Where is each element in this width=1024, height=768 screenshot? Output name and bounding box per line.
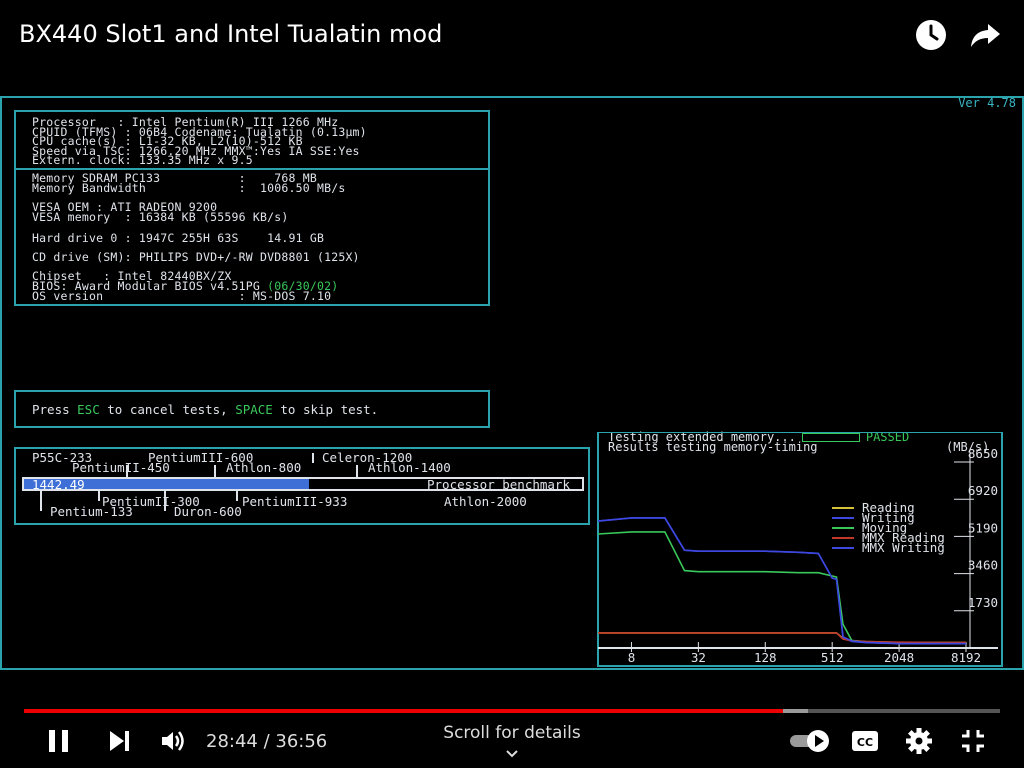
hard-drive-info: Hard drive 0 : 1947C 255H 63S 14.91 GB [32, 231, 325, 245]
series-line-mmx-reading [598, 632, 966, 644]
divider [16, 168, 488, 170]
benchmark-box: P55C-233 PentiumIII-600 Celeron-1200 Pen… [14, 447, 590, 525]
y-tick-label: 6920 [968, 483, 998, 498]
sysinfo_mem-line: Memory Bandwidth : 1006.50 MB/s [32, 180, 346, 195]
hint-box: Press ESC to cancel tests, SPACE to skip… [14, 390, 490, 428]
video-frame[interactable]: Ver 4.78 Processor : Intel Pentium(R) II… [0, 96, 1024, 670]
bench-label-pentium-133: Pentium-133 [50, 504, 133, 519]
y-tick-label: 3460 [968, 558, 998, 573]
exit-fullscreen-icon[interactable] [960, 728, 986, 754]
tick [214, 465, 216, 477]
vesa-line: VESA memory : 16384 KB (55596 KB/s) [32, 209, 289, 224]
tick [356, 465, 358, 477]
benchmark-bar: 1442.49 Processor benchmark [22, 477, 584, 492]
share-icon[interactable] [968, 18, 1002, 52]
settings-gear-icon[interactable] [905, 727, 933, 755]
tick [40, 491, 42, 511]
y-tick-label: 5190 [968, 520, 998, 535]
tick [126, 465, 128, 477]
os-info: OS version : MS-DOS 7.10 [32, 289, 332, 303]
svg-text:CC: CC [857, 736, 873, 749]
cd-drive-info: CD drive (SM): PHILIPS DVD+/-RW DVD8801 … [32, 250, 360, 264]
legend-label: MMX Writing [862, 540, 945, 555]
progress-played [24, 709, 784, 713]
tick [312, 453, 314, 463]
x-tick-label: 8192 [951, 650, 981, 665]
tick [236, 491, 238, 501]
bench-label-p3-933: PentiumIII-933 [242, 494, 348, 509]
video-title: BX440 Slot1 and Intel Tualatin mod [19, 20, 443, 48]
benchmark-label: Processor benchmark [427, 477, 570, 492]
series-line-reading [598, 632, 966, 644]
captions-icon[interactable]: CC [850, 729, 880, 753]
progress-bar[interactable] [24, 709, 1000, 713]
autoplay-toggle[interactable] [788, 728, 832, 754]
benchmark-score: 1442.49 [32, 477, 85, 492]
bench-label-athlon-800: Athlon-800 [226, 460, 302, 475]
hint-text: Press ESC to cancel tests, SPACE to skip… [32, 402, 379, 417]
sysinfo_top-line: Extern. clock: 133.35 MHz x 9.5 [32, 153, 253, 168]
bench-label-athlon-1400: Athlon-1400 [368, 460, 451, 475]
bench-label-athlon-2000: Athlon-2000 [444, 494, 527, 509]
x-tick-label: 32 [691, 650, 706, 665]
memory-timing-chart: 865069205190346017308 32 128 512 2048 8192Rea… [597, 432, 1003, 667]
system-info-box: Processor : Intel Pentium(R) III 1266 MH… [14, 110, 490, 306]
version-label: Ver 4.78 [958, 96, 1016, 110]
chevron-down-icon[interactable] [505, 749, 519, 759]
x-tick-label: 128 [754, 650, 777, 665]
x-tick-label: 512 [821, 650, 844, 665]
x-tick-label: 2048 [884, 650, 914, 665]
bench-label-duron-600: Duron-600 [174, 504, 242, 519]
y-tick-label: 8650 [968, 446, 998, 461]
x-tick-label: 8 [628, 650, 636, 665]
bench-label-p2-450: PentiumII-450 [72, 460, 170, 475]
y-tick-label: 1730 [968, 595, 998, 610]
watch-later-icon[interactable] [914, 18, 948, 52]
tick [98, 491, 100, 501]
